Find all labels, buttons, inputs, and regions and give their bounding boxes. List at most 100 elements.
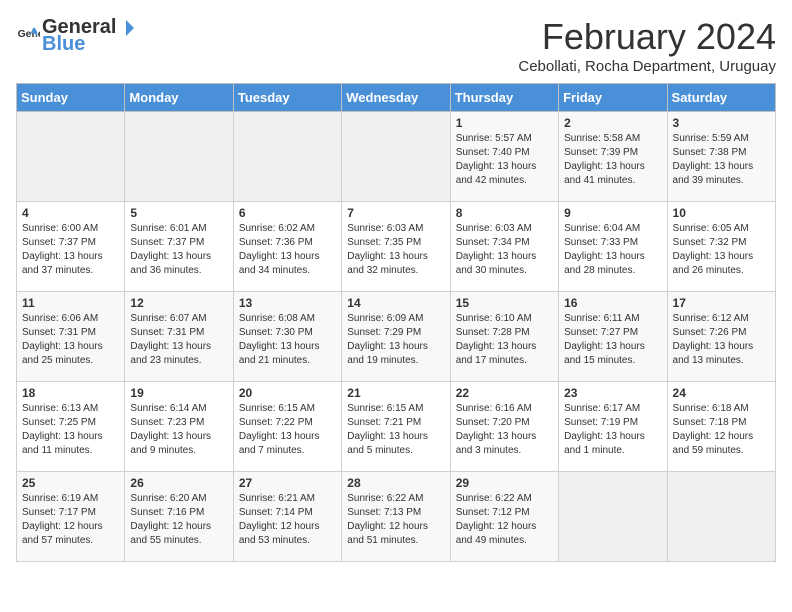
- day-number: 15: [456, 296, 553, 310]
- calendar-cell: 19 Sunrise: 6:14 AMSunset: 7:23 PMDaylig…: [125, 382, 233, 472]
- calendar-cell: 3 Sunrise: 5:59 AMSunset: 7:38 PMDayligh…: [667, 112, 775, 202]
- day-info: Sunrise: 6:07 AMSunset: 7:31 PMDaylight:…: [130, 312, 227, 368]
- day-info: Sunrise: 6:02 AMSunset: 7:36 PMDaylight:…: [239, 222, 336, 278]
- day-info: Sunrise: 6:22 AMSunset: 7:13 PMDaylight:…: [347, 492, 444, 548]
- day-number: 26: [130, 476, 227, 490]
- day-info: Sunrise: 6:01 AMSunset: 7:37 PMDaylight:…: [130, 222, 227, 278]
- day-info: Sunrise: 6:21 AMSunset: 7:14 PMDaylight:…: [239, 492, 336, 548]
- day-number: 3: [673, 116, 770, 130]
- calendar-cell: 1 Sunrise: 5:57 AMSunset: 7:40 PMDayligh…: [450, 112, 558, 202]
- calendar-cell: 26 Sunrise: 6:20 AMSunset: 7:16 PMDaylig…: [125, 472, 233, 562]
- calendar-cell: 14 Sunrise: 6:09 AMSunset: 7:29 PMDaylig…: [342, 292, 450, 382]
- day-info: Sunrise: 6:17 AMSunset: 7:19 PMDaylight:…: [564, 402, 661, 458]
- day-number: 20: [239, 386, 336, 400]
- day-info: Sunrise: 6:10 AMSunset: 7:28 PMDaylight:…: [456, 312, 553, 368]
- calendar-cell: 21 Sunrise: 6:15 AMSunset: 7:21 PMDaylig…: [342, 382, 450, 472]
- day-info: Sunrise: 6:03 AMSunset: 7:34 PMDaylight:…: [456, 222, 553, 278]
- day-info: Sunrise: 6:15 AMSunset: 7:22 PMDaylight:…: [239, 402, 336, 458]
- day-of-week-header: Tuesday: [233, 84, 341, 112]
- day-number: 14: [347, 296, 444, 310]
- day-number: 21: [347, 386, 444, 400]
- calendar-cell: 27 Sunrise: 6:21 AMSunset: 7:14 PMDaylig…: [233, 472, 341, 562]
- calendar-cell: 7 Sunrise: 6:03 AMSunset: 7:35 PMDayligh…: [342, 202, 450, 292]
- calendar-cell: 11 Sunrise: 6:06 AMSunset: 7:31 PMDaylig…: [17, 292, 125, 382]
- day-number: 12: [130, 296, 227, 310]
- day-info: Sunrise: 6:15 AMSunset: 7:21 PMDaylight:…: [347, 402, 444, 458]
- day-number: 27: [239, 476, 336, 490]
- day-of-week-header: Monday: [125, 84, 233, 112]
- logo: General General Blue: [16, 16, 136, 56]
- calendar-week-row: 11 Sunrise: 6:06 AMSunset: 7:31 PMDaylig…: [17, 292, 776, 382]
- calendar-cell: [233, 112, 341, 202]
- calendar-cell: 15 Sunrise: 6:10 AMSunset: 7:28 PMDaylig…: [450, 292, 558, 382]
- day-of-week-header: Saturday: [667, 84, 775, 112]
- day-of-week-header: Thursday: [450, 84, 558, 112]
- calendar-cell: 9 Sunrise: 6:04 AMSunset: 7:33 PMDayligh…: [559, 202, 667, 292]
- day-number: 6: [239, 206, 336, 220]
- calendar-cell: 28 Sunrise: 6:22 AMSunset: 7:13 PMDaylig…: [342, 472, 450, 562]
- day-number: 7: [347, 206, 444, 220]
- day-info: Sunrise: 6:16 AMSunset: 7:20 PMDaylight:…: [456, 402, 553, 458]
- header: General General Blue February 2024 Cebol…: [16, 16, 776, 75]
- day-info: Sunrise: 6:06 AMSunset: 7:31 PMDaylight:…: [22, 312, 119, 368]
- calendar-body: 1 Sunrise: 5:57 AMSunset: 7:40 PMDayligh…: [17, 112, 776, 562]
- calendar-cell: 10 Sunrise: 6:05 AMSunset: 7:32 PMDaylig…: [667, 202, 775, 292]
- month-title: February 2024: [518, 16, 776, 58]
- day-info: Sunrise: 6:14 AMSunset: 7:23 PMDaylight:…: [130, 402, 227, 458]
- calendar-week-row: 1 Sunrise: 5:57 AMSunset: 7:40 PMDayligh…: [17, 112, 776, 202]
- calendar-cell: 18 Sunrise: 6:13 AMSunset: 7:25 PMDaylig…: [17, 382, 125, 472]
- day-number: 23: [564, 386, 661, 400]
- day-number: 13: [239, 296, 336, 310]
- day-of-week-header: Wednesday: [342, 84, 450, 112]
- calendar-cell: 2 Sunrise: 5:58 AMSunset: 7:39 PMDayligh…: [559, 112, 667, 202]
- calendar-cell: 16 Sunrise: 6:11 AMSunset: 7:27 PMDaylig…: [559, 292, 667, 382]
- day-of-week-header: Sunday: [17, 84, 125, 112]
- calendar-cell: [559, 472, 667, 562]
- day-number: 4: [22, 206, 119, 220]
- calendar-cell: 22 Sunrise: 6:16 AMSunset: 7:20 PMDaylig…: [450, 382, 558, 472]
- calendar-cell: 12 Sunrise: 6:07 AMSunset: 7:31 PMDaylig…: [125, 292, 233, 382]
- calendar-week-row: 4 Sunrise: 6:00 AMSunset: 7:37 PMDayligh…: [17, 202, 776, 292]
- calendar-cell: 5 Sunrise: 6:01 AMSunset: 7:37 PMDayligh…: [125, 202, 233, 292]
- title-area: February 2024 Cebollati, Rocha Departmen…: [518, 16, 776, 75]
- calendar-week-row: 25 Sunrise: 6:19 AMSunset: 7:17 PMDaylig…: [17, 472, 776, 562]
- calendar-cell: 6 Sunrise: 6:02 AMSunset: 7:36 PMDayligh…: [233, 202, 341, 292]
- calendar-cell: 29 Sunrise: 6:22 AMSunset: 7:12 PMDaylig…: [450, 472, 558, 562]
- logo-flag-icon: [116, 18, 136, 38]
- logo-icon: General: [16, 24, 40, 48]
- day-info: Sunrise: 6:18 AMSunset: 7:18 PMDaylight:…: [673, 402, 770, 458]
- day-number: 17: [673, 296, 770, 310]
- day-number: 19: [130, 386, 227, 400]
- day-info: Sunrise: 6:19 AMSunset: 7:17 PMDaylight:…: [22, 492, 119, 548]
- day-number: 25: [22, 476, 119, 490]
- day-number: 9: [564, 206, 661, 220]
- calendar-cell: [17, 112, 125, 202]
- day-number: 11: [22, 296, 119, 310]
- day-info: Sunrise: 6:13 AMSunset: 7:25 PMDaylight:…: [22, 402, 119, 458]
- calendar-cell: 17 Sunrise: 6:12 AMSunset: 7:26 PMDaylig…: [667, 292, 775, 382]
- calendar-table: SundayMondayTuesdayWednesdayThursdayFrid…: [16, 83, 776, 562]
- day-number: 2: [564, 116, 661, 130]
- day-number: 5: [130, 206, 227, 220]
- location-title: Cebollati, Rocha Department, Uruguay: [518, 58, 776, 75]
- day-number: 24: [673, 386, 770, 400]
- day-number: 22: [456, 386, 553, 400]
- calendar-cell: 8 Sunrise: 6:03 AMSunset: 7:34 PMDayligh…: [450, 202, 558, 292]
- calendar-cell: [667, 472, 775, 562]
- day-number: 16: [564, 296, 661, 310]
- day-info: Sunrise: 6:22 AMSunset: 7:12 PMDaylight:…: [456, 492, 553, 548]
- day-info: Sunrise: 5:59 AMSunset: 7:38 PMDaylight:…: [673, 132, 770, 188]
- day-info: Sunrise: 6:12 AMSunset: 7:26 PMDaylight:…: [673, 312, 770, 368]
- day-number: 10: [673, 206, 770, 220]
- calendar-cell: [125, 112, 233, 202]
- day-info: Sunrise: 6:00 AMSunset: 7:37 PMDaylight:…: [22, 222, 119, 278]
- calendar-week-row: 18 Sunrise: 6:13 AMSunset: 7:25 PMDaylig…: [17, 382, 776, 472]
- calendar-cell: 25 Sunrise: 6:19 AMSunset: 7:17 PMDaylig…: [17, 472, 125, 562]
- day-number: 29: [456, 476, 553, 490]
- day-info: Sunrise: 5:58 AMSunset: 7:39 PMDaylight:…: [564, 132, 661, 188]
- day-info: Sunrise: 6:11 AMSunset: 7:27 PMDaylight:…: [564, 312, 661, 368]
- day-info: Sunrise: 6:04 AMSunset: 7:33 PMDaylight:…: [564, 222, 661, 278]
- day-number: 18: [22, 386, 119, 400]
- day-of-week-header: Friday: [559, 84, 667, 112]
- calendar-header-row: SundayMondayTuesdayWednesdayThursdayFrid…: [17, 84, 776, 112]
